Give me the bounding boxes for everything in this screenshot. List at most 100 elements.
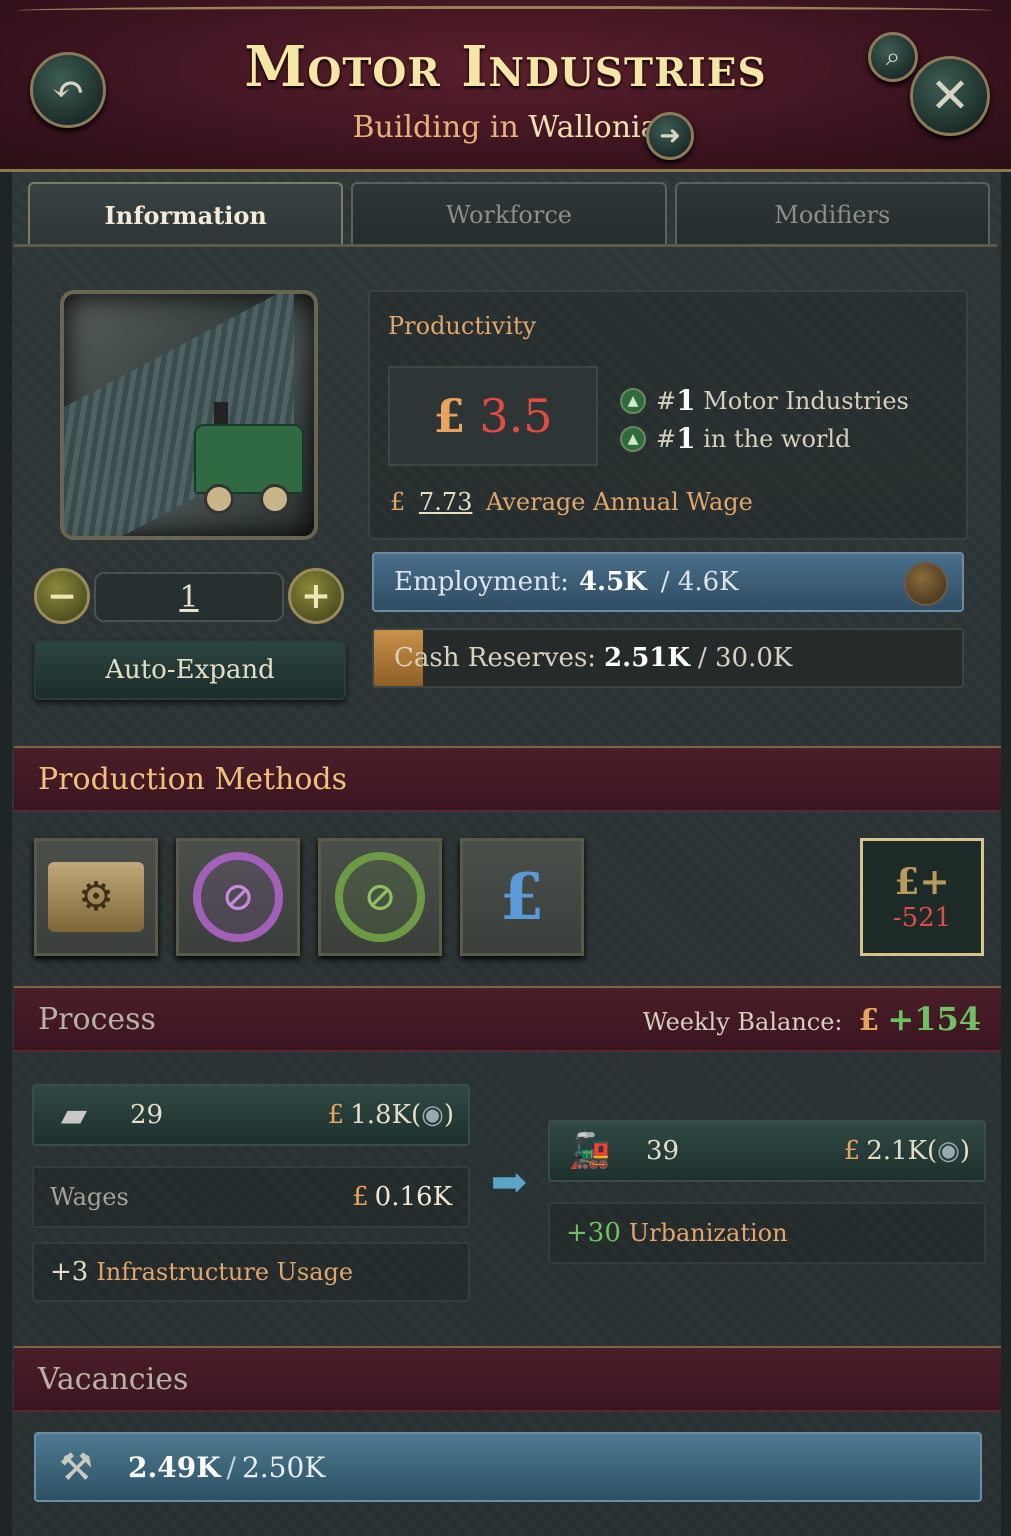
cash-reserves-bar[interactable]: Cash Reserves: 2.51K/ 30.0K — [372, 628, 964, 688]
cash-reserves-text: Cash Reserves: 2.51K/ 30.0K — [394, 643, 792, 673]
pound-hand-icon: £ — [499, 859, 545, 935]
production-method-no-automobiles[interactable]: ⊘ — [176, 838, 300, 956]
employment-current: 4.5K — [578, 567, 647, 597]
factory-roof-graphic — [64, 294, 294, 536]
steel-icon: ▰ — [60, 1095, 88, 1135]
building-illustration — [60, 290, 318, 540]
output-quantity: 39 — [646, 1136, 680, 1166]
auto-expand-button[interactable]: Auto-Expand — [34, 640, 346, 700]
output-price: 2.1K — [866, 1136, 927, 1166]
back-button[interactable]: ↶ — [30, 52, 106, 128]
cash-current: 2.51K — [604, 643, 690, 673]
panel-header: Motor Industries Building in Wallonia ↶ … — [0, 0, 1011, 172]
tab-divider — [14, 244, 997, 247]
rank-text: Motor Industries — [703, 386, 909, 415]
coins-icon: ◉ — [421, 1100, 444, 1130]
tab-modifiers[interactable]: Modifiers — [674, 182, 990, 246]
rank-number: 1 — [676, 422, 696, 455]
wages-label: Wages — [50, 1183, 129, 1211]
state-link[interactable]: Wallonia — [528, 110, 658, 145]
weekly-balance-value: +154 — [887, 1000, 981, 1038]
ownership-value: -521 — [892, 903, 952, 933]
pound-icon: £ — [352, 1182, 369, 1212]
productivity-label: Productivity — [388, 312, 537, 340]
paren-close: ) — [959, 1136, 970, 1166]
rank-world: ▲ #1 in the world — [620, 422, 850, 455]
cash-max: / 30.0K — [697, 643, 793, 673]
rank-hash: # — [656, 386, 677, 415]
expand-button[interactable]: + — [288, 568, 344, 624]
vacancies-header: Vacancies — [14, 1346, 1001, 1412]
paren-open: ( — [411, 1100, 422, 1130]
tab-information[interactable]: Information — [28, 182, 344, 246]
vacancy-max: 2.50K — [241, 1450, 326, 1484]
goto-location-button[interactable]: ➜ — [646, 112, 694, 160]
vacancy-current: 2.49K — [128, 1450, 221, 1484]
rank-text: in the world — [703, 424, 851, 453]
downsize-button[interactable]: − — [34, 568, 90, 624]
rank-up-icon: ▲ — [620, 387, 646, 414]
ownership-dividends-tile[interactable]: £+ -521 — [860, 838, 984, 956]
rank-hash: # — [656, 424, 677, 453]
productivity-value-box: £ 3.5 — [388, 366, 598, 466]
process-arrow-icon: ➡ — [490, 1156, 528, 1208]
close-icon: ✕ — [929, 68, 971, 124]
rank-up-icon: ▲ — [620, 425, 646, 452]
wages-value: £0.16K — [352, 1182, 452, 1212]
no-automobile-icon: ⊘ — [193, 852, 283, 942]
building-subtitle: Building in Wallonia — [0, 110, 1011, 145]
average-wage-row: £ 7.73 Average Annual Wage — [390, 488, 753, 516]
employment-bar[interactable]: Employment: 4.5K / 4.6K — [372, 552, 964, 612]
output-good-row[interactable]: 🚂 39 £2.1K(◉) — [548, 1120, 986, 1182]
tab-workforce[interactable]: Workforce — [351, 182, 667, 246]
process-header: Process Weekly Balance: £ +154 — [14, 986, 1001, 1052]
cash-label: Cash Reserves: — [394, 643, 597, 673]
minus-icon: − — [46, 575, 78, 617]
locomotive-wheel-graphic — [204, 484, 234, 514]
section-title: Production Methods — [38, 761, 347, 797]
engine-icon: 🚂 — [568, 1131, 612, 1171]
vacancy-bar[interactable]: ⚒ 2.49K/2.50K — [34, 1432, 982, 1502]
close-button[interactable]: ✕ — [910, 56, 990, 136]
pound-icon: £ — [327, 1100, 345, 1130]
rank-number: 1 — [676, 384, 696, 417]
no-automation-icon: ⊘ — [335, 852, 425, 942]
section-title: Vacancies — [38, 1361, 189, 1397]
building-title: Motor Industries — [244, 34, 767, 100]
vacancy-separator: / — [226, 1450, 236, 1484]
pound-icon: £ — [433, 389, 466, 443]
input-cost: £1.8K(◉) — [328, 1100, 454, 1130]
average-wage-label: Average Annual Wage — [486, 488, 753, 516]
rank-building-type: ▲ #1 Motor Industries — [620, 384, 909, 417]
pound-icon: £ — [858, 1003, 880, 1038]
infrastructure-row: +3 Infrastructure Usage — [32, 1242, 470, 1302]
plus-icon: + — [300, 575, 332, 617]
section-title: Process — [38, 1001, 156, 1037]
urbanization-value: +30 — [566, 1218, 621, 1248]
production-method-ownership[interactable]: £ — [460, 838, 584, 956]
production-method-base[interactable]: ⚙ — [34, 838, 158, 956]
paren-close: ) — [443, 1100, 454, 1130]
magnifier-icon: ⌕ — [885, 41, 901, 72]
employment-max: / 4.6K — [660, 567, 739, 597]
building-level-field[interactable]: 1 — [94, 572, 284, 622]
production-method-no-automation[interactable]: ⊘ — [318, 838, 442, 956]
subtitle-prefix: Building in — [352, 110, 519, 145]
employment-label: Employment: — [394, 567, 569, 597]
tab-bar: Information Workforce Modifiers — [28, 182, 990, 246]
locomotive-graphic — [194, 424, 304, 494]
production-methods-header: Production Methods — [14, 746, 1001, 812]
infrastructure-label: Infrastructure Usage — [96, 1258, 354, 1286]
pound-icon: £ — [843, 1136, 861, 1166]
average-wage-value[interactable]: 7.73 — [419, 488, 472, 516]
search-button[interactable]: ⌕ — [868, 32, 918, 82]
input-price: 1.8K — [350, 1100, 411, 1130]
urbanization-row: +30 Urbanization — [548, 1202, 986, 1264]
hiring-icon[interactable] — [904, 562, 948, 606]
back-arrow-icon: ↶ — [51, 67, 85, 113]
weekly-balance-label: Weekly Balance: — [642, 1008, 843, 1036]
weekly-balance: Weekly Balance: £ +154 — [643, 1000, 981, 1038]
input-good-row[interactable]: ▰ 29 £1.8K(◉) — [32, 1084, 470, 1146]
arrow-right-icon: ➜ — [659, 121, 681, 151]
pound-plus-icon: £+ — [894, 861, 950, 903]
